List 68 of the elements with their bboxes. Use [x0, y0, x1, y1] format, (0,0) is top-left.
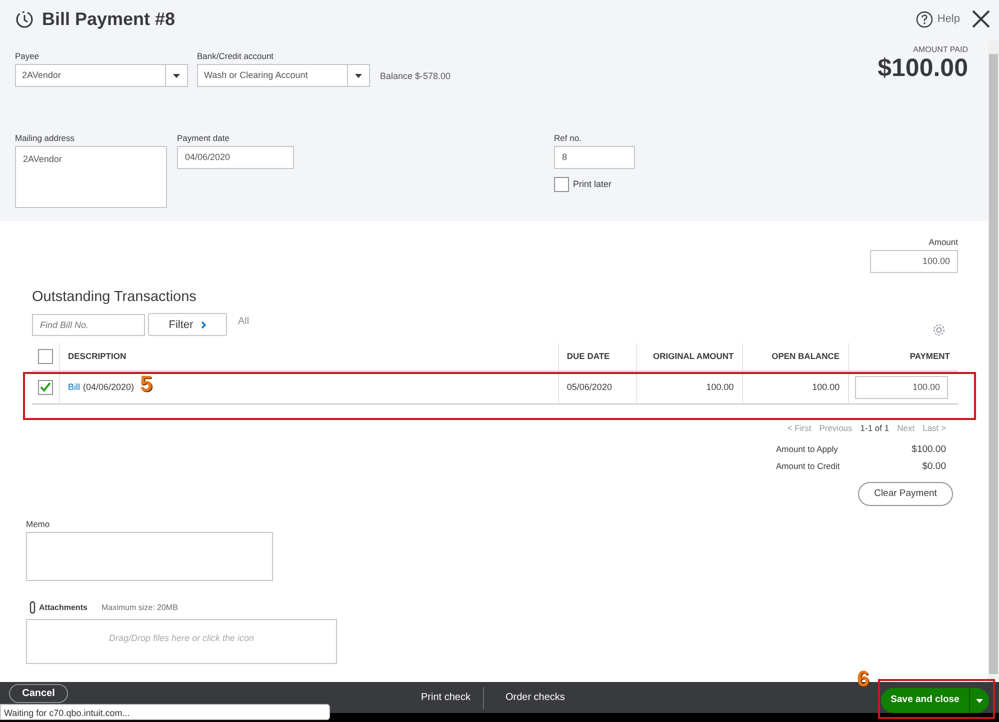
settings-icon[interactable] [932, 322, 946, 337]
column-header: OPEN BALANCE [742, 342, 848, 371]
field-label: Payment date [177, 132, 230, 143]
row-checkbox[interactable] [38, 380, 53, 395]
footer-link[interactable]: Print check [421, 690, 470, 705]
column-header: PAYMENT [848, 342, 958, 371]
amount-paid-value: $100.00 [878, 56, 968, 81]
date-text: (04/06/2020) [83, 382, 134, 392]
total-value: $0.00 [921, 460, 946, 474]
checkbox-label: Print later [573, 178, 612, 191]
max-size-text: Maximum size: 20MB [101, 602, 178, 614]
account-select[interactable]: Wash or Clearing Account [197, 64, 370, 87]
caret-icon [976, 698, 983, 702]
field-label: Amount [928, 236, 958, 247]
close-icon[interactable] [972, 10, 990, 28]
pagination-link: Previous [819, 422, 852, 434]
amount-paid-label: AMOUNT PAID [912, 44, 968, 56]
pagination-link[interactable]: 1-1 of 1 [860, 422, 890, 434]
history-icon [15, 10, 34, 28]
column-header: DESCRIPTION [60, 342, 558, 371]
caret-icon [173, 74, 180, 78]
pagination-link: < First [787, 422, 812, 434]
payment-field[interactable]: 100.00 [854, 376, 948, 399]
attachments-label: Attachments [39, 602, 88, 614]
filter-summary: All [238, 315, 250, 330]
footer-link[interactable]: Order checks [505, 690, 565, 705]
window-title: Bill Payment #8 [42, 8, 176, 31]
column-header: ORIGINAL AMOUNT [636, 342, 742, 371]
save-and-close-button[interactable]: Save and close [881, 688, 969, 713]
help-link[interactable]: Help [916, 10, 960, 28]
amount-field[interactable]: 100.00 [870, 250, 958, 273]
payee-select[interactable]: 2AVendor [15, 64, 188, 87]
field-label: Payee [15, 50, 40, 61]
field-label: Bank/Credit account [197, 50, 275, 61]
cancel-button[interactable]: Cancel [9, 684, 68, 703]
select-all-checkbox[interactable] [38, 348, 53, 364]
balance-text: Balance $-578.00 [380, 70, 451, 83]
total-label: Amount to Credit [776, 460, 841, 473]
search-field[interactable]: Find Bill No. [32, 314, 145, 336]
column-header: DUE DATE [558, 342, 636, 371]
date-field[interactable]: 04/06/2020 [177, 146, 294, 169]
clear-payment-button[interactable]: Clear Payment [858, 482, 953, 506]
print-later-checkbox[interactable] [554, 177, 569, 192]
memo-field[interactable] [26, 532, 273, 581]
pagination-link: Next [897, 422, 915, 434]
total-label: Amount to Apply [776, 442, 839, 456]
scrollbar[interactable] [988, 40, 999, 682]
section-title: Outstanding Transactions [32, 288, 198, 307]
total-value: $100.00 [910, 442, 946, 456]
caret-icon [355, 74, 362, 78]
field-label: Mailing address [15, 132, 76, 143]
pagination-link: Last > [922, 422, 946, 434]
help-icon [916, 10, 934, 28]
table-cell: 100.00 [636, 370, 742, 404]
address-field[interactable]: 2AVendor [15, 146, 167, 208]
field-label: Memo [26, 518, 51, 529]
chevron-right-icon [201, 320, 206, 329]
status-tooltip: Waiting for c70.qbo.intuit.com... [0, 704, 330, 720]
filter-button[interactable]: Filter [148, 313, 227, 336]
save-options-button[interactable] [969, 688, 989, 713]
check-icon [40, 382, 51, 392]
table-cell: 100.00 [742, 370, 848, 404]
step-number: 5 [140, 370, 152, 398]
paperclip-icon [28, 601, 37, 614]
ref-field[interactable]: 8 [554, 146, 635, 169]
table-cell: 05/06/2020 [558, 370, 636, 404]
field-label: Ref no. [554, 132, 582, 143]
bill-link[interactable]: Bill [68, 382, 80, 392]
